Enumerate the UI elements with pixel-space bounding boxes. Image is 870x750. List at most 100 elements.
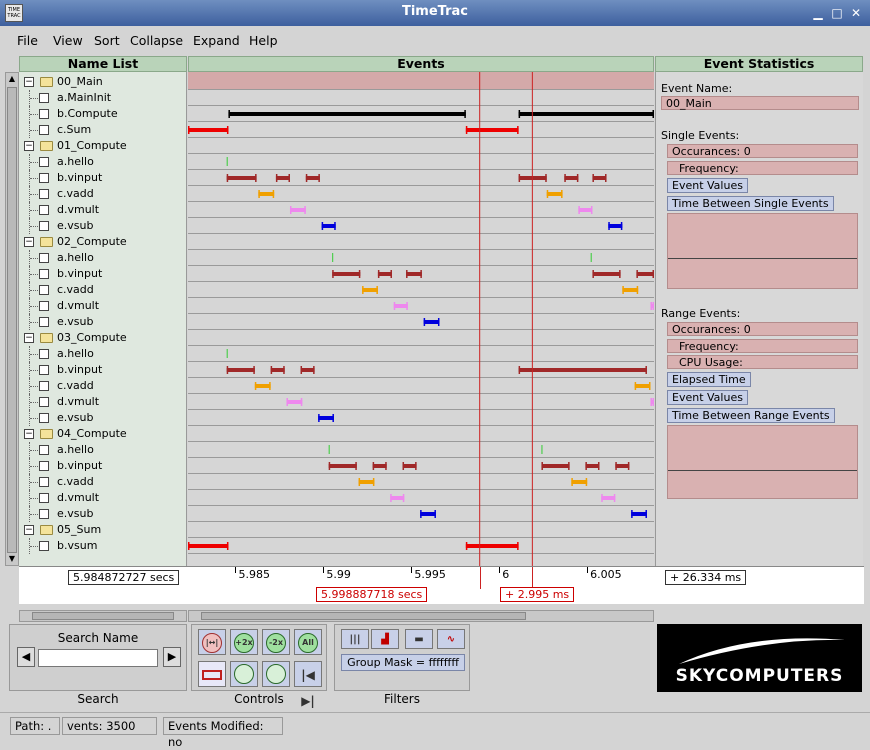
event-bar-vsub[interactable] bbox=[420, 512, 436, 516]
event-bar-vinput[interactable] bbox=[592, 176, 607, 180]
group-mask-button[interactable]: Group Mask = ffffffff bbox=[341, 654, 465, 671]
visibility-checkbox[interactable] bbox=[39, 413, 49, 423]
visibility-checkbox[interactable] bbox=[39, 109, 49, 119]
tree-item-row[interactable]: a.hello bbox=[19, 154, 187, 170]
visibility-checkbox[interactable] bbox=[39, 93, 49, 103]
event-bar-vsub[interactable] bbox=[608, 224, 623, 228]
events-timeline[interactable] bbox=[188, 72, 654, 566]
visibility-checkbox[interactable] bbox=[39, 461, 49, 471]
tree-item-row[interactable]: b.vinput bbox=[19, 362, 187, 378]
event-bar-vmult[interactable] bbox=[393, 304, 408, 308]
minimize-icon[interactable]: ▁ bbox=[810, 5, 826, 21]
time-between-single-events-button[interactable]: Time Between Single Events bbox=[667, 196, 834, 211]
tree-item-row[interactable]: e.vsub bbox=[19, 218, 187, 234]
tree-item-row[interactable]: c.vadd bbox=[19, 378, 187, 394]
clock-forward-icon[interactable] bbox=[262, 661, 290, 687]
event-bar-vsub[interactable] bbox=[321, 224, 336, 228]
tree-item-row[interactable]: b.vinput bbox=[19, 458, 187, 474]
tree-group-row[interactable]: − 04_Compute bbox=[19, 426, 187, 442]
collapse-toggle-icon[interactable]: − bbox=[24, 141, 34, 151]
event-bar-vinput[interactable] bbox=[226, 176, 257, 180]
event-bar-vadd[interactable] bbox=[358, 480, 375, 484]
event-bar-vmult[interactable] bbox=[286, 400, 303, 404]
collapse-toggle-icon[interactable]: − bbox=[24, 237, 34, 247]
scroll-up-icon[interactable]: ▲ bbox=[7, 74, 17, 84]
filter-range-icon[interactable]: ▬ bbox=[405, 629, 433, 649]
event-bar-vsub[interactable] bbox=[631, 512, 647, 516]
zoom-fit-button[interactable]: |↔| bbox=[198, 629, 226, 655]
menu-sort[interactable]: Sort bbox=[94, 33, 120, 48]
collapse-toggle-icon[interactable]: − bbox=[24, 77, 34, 87]
event-bar-vinput[interactable] bbox=[328, 464, 357, 468]
visibility-checkbox[interactable] bbox=[39, 125, 49, 135]
tree-item-row[interactable]: a.hello bbox=[19, 346, 187, 362]
visibility-checkbox[interactable] bbox=[39, 365, 49, 375]
event-bar-sum[interactable] bbox=[465, 128, 519, 132]
visibility-checkbox[interactable] bbox=[39, 205, 49, 215]
visibility-checkbox[interactable] bbox=[39, 509, 49, 519]
menu-file[interactable]: File bbox=[17, 33, 38, 48]
collapse-toggle-icon[interactable]: − bbox=[24, 525, 34, 535]
first-last-icon[interactable]: |◀ ▶| bbox=[294, 661, 322, 708]
event-bar-vinput[interactable] bbox=[372, 464, 387, 468]
tree-item-row[interactable]: d.vmult bbox=[19, 202, 187, 218]
single-event-values-button[interactable]: Event Values bbox=[667, 178, 748, 193]
event-bar-vinput[interactable] bbox=[275, 176, 290, 180]
event-bar-vinput[interactable] bbox=[564, 176, 579, 180]
cursor-tool-icon[interactable] bbox=[198, 661, 226, 687]
event-bar-vinput[interactable] bbox=[541, 464, 570, 468]
menu-view[interactable]: View bbox=[53, 33, 83, 48]
event-bar-vinput[interactable] bbox=[636, 272, 654, 276]
tree-item-row[interactable]: d.vmult bbox=[19, 394, 187, 410]
tree-item-row[interactable]: e.vsub bbox=[19, 314, 187, 330]
visibility-checkbox[interactable] bbox=[39, 301, 49, 311]
event-bar-vmult[interactable] bbox=[578, 208, 593, 212]
event-mark-hello[interactable] bbox=[332, 253, 334, 262]
event-bar-sum[interactable] bbox=[188, 128, 229, 132]
visibility-checkbox[interactable] bbox=[39, 381, 49, 391]
event-bar-vadd[interactable] bbox=[546, 192, 563, 196]
tree-item-row[interactable]: c.vadd bbox=[19, 474, 187, 490]
tree-item-row[interactable]: a.MainInit bbox=[19, 90, 187, 106]
menu-expand[interactable]: Expand bbox=[193, 33, 240, 48]
event-bar-vadd[interactable] bbox=[362, 288, 378, 292]
event-bar-vinput[interactable] bbox=[332, 272, 361, 276]
visibility-checkbox[interactable] bbox=[39, 445, 49, 455]
tree-group-row[interactable]: − 01_Compute bbox=[19, 138, 187, 154]
zoom-all-button[interactable]: All bbox=[294, 629, 322, 655]
events-hscrollbar[interactable] bbox=[188, 610, 654, 622]
visibility-checkbox[interactable] bbox=[39, 157, 49, 167]
event-bar-vadd[interactable] bbox=[634, 384, 651, 388]
event-mark-hello[interactable] bbox=[541, 445, 543, 454]
collapse-toggle-icon[interactable]: − bbox=[24, 333, 34, 343]
range-event-values-button[interactable]: Event Values bbox=[667, 390, 748, 405]
event-bar-vinput[interactable] bbox=[592, 272, 621, 276]
search-prev-icon[interactable]: ◀ bbox=[17, 647, 35, 667]
tree-item-row[interactable]: c.vadd bbox=[19, 282, 187, 298]
filter-bars-icon[interactable]: ||| bbox=[341, 629, 369, 649]
name-list-hscrollbar[interactable] bbox=[19, 610, 187, 622]
zoom-out-button[interactable]: -2x bbox=[262, 629, 290, 655]
event-mark-hello[interactable] bbox=[590, 253, 592, 262]
visibility-checkbox[interactable] bbox=[39, 189, 49, 199]
visibility-checkbox[interactable] bbox=[39, 317, 49, 327]
visibility-checkbox[interactable] bbox=[39, 349, 49, 359]
event-mark-hello[interactable] bbox=[226, 349, 228, 358]
menu-collapse[interactable]: Collapse bbox=[130, 33, 183, 48]
scrollbar-thumb[interactable] bbox=[7, 87, 17, 553]
event-mark-hello[interactable] bbox=[328, 445, 330, 454]
visibility-checkbox[interactable] bbox=[39, 493, 49, 503]
event-bar-vinput[interactable] bbox=[615, 464, 630, 468]
event-bar-vadd[interactable] bbox=[571, 480, 588, 484]
event-bar-sum[interactable] bbox=[188, 544, 229, 548]
filter-ramp-icon[interactable]: ▟ bbox=[371, 629, 399, 649]
tree-item-row[interactable]: e.vsub bbox=[19, 410, 187, 426]
tree-item-row[interactable]: a.hello bbox=[19, 442, 187, 458]
tree-item-row[interactable]: b.vinput bbox=[19, 170, 187, 186]
event-bar-vadd[interactable] bbox=[622, 288, 639, 292]
event-mark-hello[interactable] bbox=[226, 157, 228, 166]
tree-item-row[interactable]: b.Compute bbox=[19, 106, 187, 122]
visibility-checkbox[interactable] bbox=[39, 541, 49, 551]
tree-item-row[interactable]: c.vadd bbox=[19, 186, 187, 202]
event-bar-vinput[interactable] bbox=[305, 176, 320, 180]
